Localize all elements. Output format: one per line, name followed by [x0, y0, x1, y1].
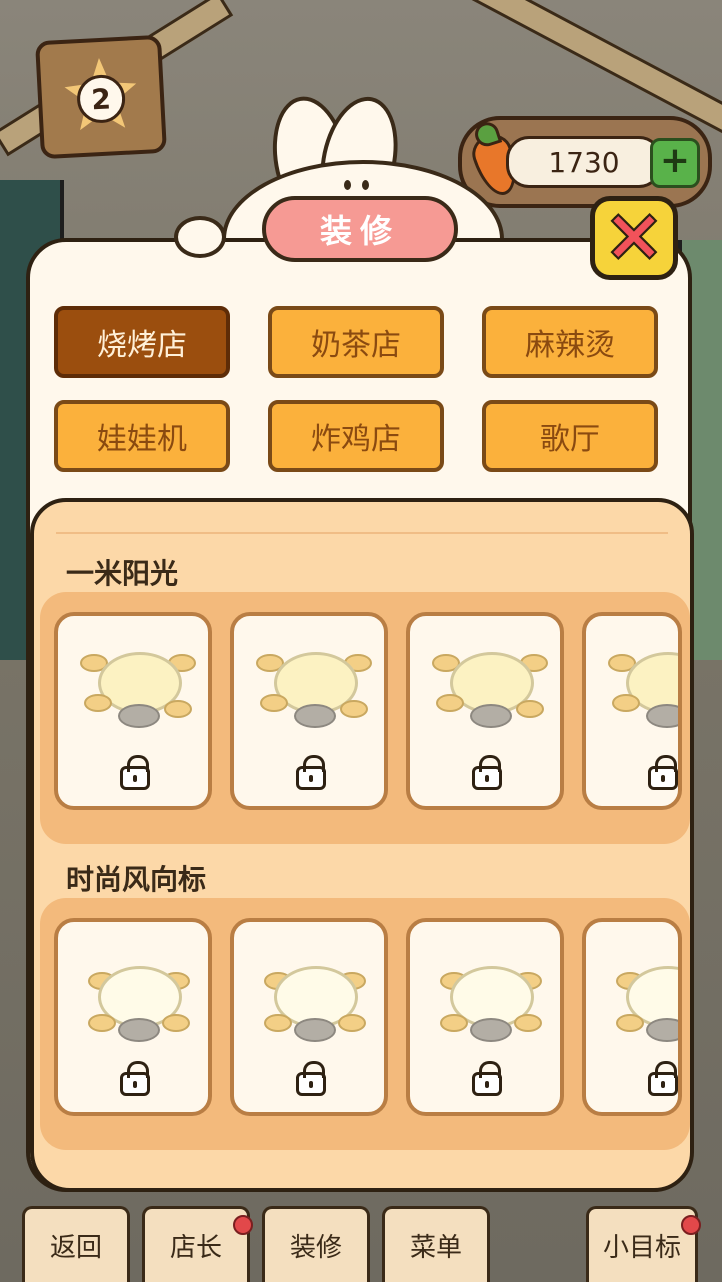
decor-item-card[interactable] — [582, 612, 682, 810]
decor-item-card[interactable] — [406, 918, 564, 1116]
decor-item-card[interactable] — [230, 918, 388, 1116]
lock-icon — [648, 755, 678, 790]
close-icon: ✕ — [604, 197, 664, 279]
category-claw-machine[interactable]: 娃娃机 — [54, 400, 230, 472]
category-ktv[interactable]: 歌厅 — [482, 400, 658, 472]
nav-menu[interactable]: 菜单 — [382, 1206, 490, 1282]
section-title: 时尚风向标 — [66, 863, 207, 896]
rabbit-paw — [174, 216, 226, 258]
nav-back[interactable]: 返回 — [22, 1206, 130, 1282]
nav-label: 返回 — [49, 1233, 102, 1263]
decor-item-card[interactable] — [582, 918, 682, 1116]
item-row — [40, 898, 690, 1150]
nav-small-goal[interactable]: 小目标 — [586, 1206, 701, 1282]
nav-label: 菜单 — [409, 1233, 462, 1263]
decor-item-card[interactable] — [54, 918, 212, 1116]
notification-dot — [233, 1215, 253, 1235]
level-badge[interactable]: 2 — [34, 34, 168, 160]
lock-icon — [120, 755, 150, 790]
section-title: 一米阳光 — [66, 557, 179, 590]
nav-manager[interactable]: 店长 — [142, 1206, 253, 1282]
lock-icon — [120, 1061, 150, 1096]
decor-item-card[interactable] — [54, 612, 212, 810]
panel-title: 装修 — [262, 196, 458, 262]
category-malatang[interactable]: 麻辣烫 — [482, 306, 658, 378]
lock-icon — [472, 1061, 502, 1096]
lock-icon — [648, 1061, 678, 1096]
nav-label: 店长 — [169, 1233, 222, 1263]
notification-dot — [681, 1215, 701, 1235]
item-row — [40, 592, 690, 844]
decor-item-card[interactable] — [406, 612, 564, 810]
lock-icon — [472, 755, 502, 790]
nav-label: 装修 — [289, 1233, 342, 1263]
lock-icon — [296, 1061, 326, 1096]
close-button[interactable]: ✕ — [590, 196, 678, 280]
category-fried-chicken[interactable]: 炸鸡店 — [268, 400, 444, 472]
currency-amount: 1730 — [506, 136, 662, 188]
nav-decorate[interactable]: 装修 — [262, 1206, 370, 1282]
divider — [56, 532, 668, 534]
category-milk-tea[interactable]: 奶茶店 — [268, 306, 444, 378]
category-bbq[interactable]: 烧烤店 — [54, 306, 230, 378]
decoration-list[interactable]: 一米阳光 时尚风向标 — [30, 498, 694, 1192]
bottom-nav: 返回 店长 装修 菜单 小目标 — [0, 1188, 722, 1282]
add-currency-button[interactable]: + — [650, 138, 700, 188]
decor-item-card[interactable] — [230, 612, 388, 810]
nav-label: 小目标 — [602, 1233, 681, 1263]
lock-icon — [296, 755, 326, 790]
